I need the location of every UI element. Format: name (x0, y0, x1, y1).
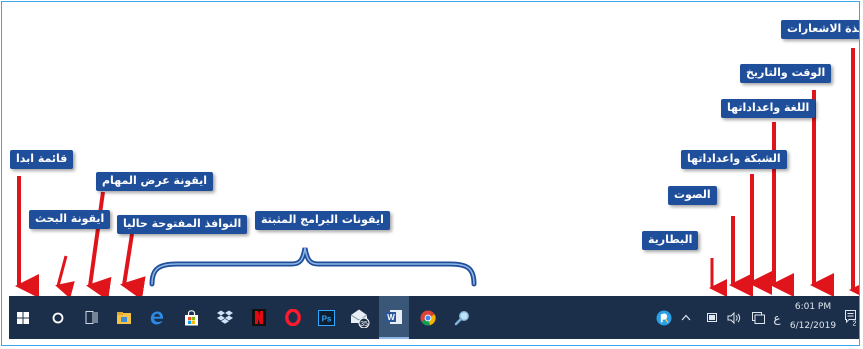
battery-icon (707, 313, 717, 322)
taskbar-word[interactable]: W (379, 296, 409, 339)
word-label: W (387, 313, 395, 322)
mail-icon: 35 (350, 309, 370, 328)
show-hidden-icons-button[interactable] (677, 296, 695, 339)
tray-app-icon (656, 310, 672, 325)
label-start-menu: قائمة ابدا (10, 150, 74, 169)
task-view-icon (85, 311, 98, 324)
search-icon-arrow (55, 255, 75, 299)
action-center-button[interactable]: 2 (843, 296, 859, 339)
label-language: اللغة واعداداتها (721, 99, 816, 118)
taskbar-store[interactable] (177, 296, 205, 339)
taskbar-chrome[interactable] (414, 296, 442, 339)
edge-icon (150, 311, 163, 324)
windows-logo-icon (17, 311, 29, 324)
clock-button[interactable]: 6:01 PM 6/12/2019 (785, 298, 841, 336)
netflix-icon (252, 309, 266, 326)
chrome-icon (420, 310, 436, 325)
task-view-button[interactable] (78, 296, 104, 339)
label-battery: البطارية (642, 231, 699, 250)
speaker-icon (727, 311, 741, 324)
label-search-icon: ايقونة البحث (29, 210, 111, 229)
battery-button[interactable] (702, 296, 722, 339)
taskbar-mail[interactable]: 35 (345, 296, 375, 339)
cortana-search-button[interactable] (45, 296, 71, 339)
pinned-programs-brace (149, 247, 477, 287)
taskbar-edge[interactable] (143, 296, 171, 339)
notification-count: 2 (852, 320, 856, 326)
label-notifications: نافذة الاشعارات (781, 20, 859, 39)
volume-button[interactable] (724, 296, 744, 339)
chevron-up-icon (681, 314, 691, 321)
cortana-circle-icon (52, 312, 64, 323)
label-open-windows: النوافذ المفتوحة حاليا (117, 215, 248, 234)
screenshot-frame: نافذة الاشعارات الوقت والتاريخ اللغة واع… (1, 1, 860, 346)
label-sound: الصوت (668, 186, 717, 205)
language-indicator: ع (773, 310, 781, 325)
store-icon (184, 309, 198, 325)
label-task-view: ايقونة عرض المهام (96, 172, 214, 191)
dropbox-icon (217, 310, 233, 324)
tray-app-button[interactable] (653, 296, 675, 339)
search-tool-icon (454, 310, 469, 325)
task-view-arrow (86, 191, 112, 301)
label-time-date: الوقت والتاريخ (740, 64, 832, 83)
photoshop-label: Ps (321, 314, 331, 323)
photoshop-icon: Ps (317, 309, 335, 326)
taskbar-file-explorer[interactable] (111, 296, 137, 339)
notification-icon: 2 (844, 309, 856, 326)
language-button[interactable]: ع (769, 296, 785, 339)
network-icon (751, 311, 765, 324)
open-windows-arrow (120, 233, 146, 300)
taskbar-netflix[interactable] (245, 296, 273, 339)
label-network: الشبكة واعداداتها (681, 150, 787, 169)
clock-time: 6:01 PM (794, 302, 832, 312)
taskbar-photoshop[interactable]: Ps (312, 296, 340, 339)
mail-badge: 35 (360, 320, 368, 327)
taskbar-search-tool[interactable] (448, 296, 476, 339)
taskbar-opera[interactable] (279, 296, 307, 339)
opera-icon (285, 309, 301, 326)
word-icon: W (385, 309, 402, 324)
label-pinned-programs: ايقونات البرامج المثبتة (255, 211, 390, 230)
file-explorer-icon (117, 311, 131, 324)
windows-taskbar: Ps 35 W ع 6:01 PM 6/12/2019 2 (9, 296, 859, 339)
network-button[interactable] (748, 296, 768, 339)
start-button[interactable] (9, 296, 37, 339)
clock-date: 6/12/2019 (789, 321, 837, 331)
taskbar-dropbox[interactable] (211, 296, 239, 339)
